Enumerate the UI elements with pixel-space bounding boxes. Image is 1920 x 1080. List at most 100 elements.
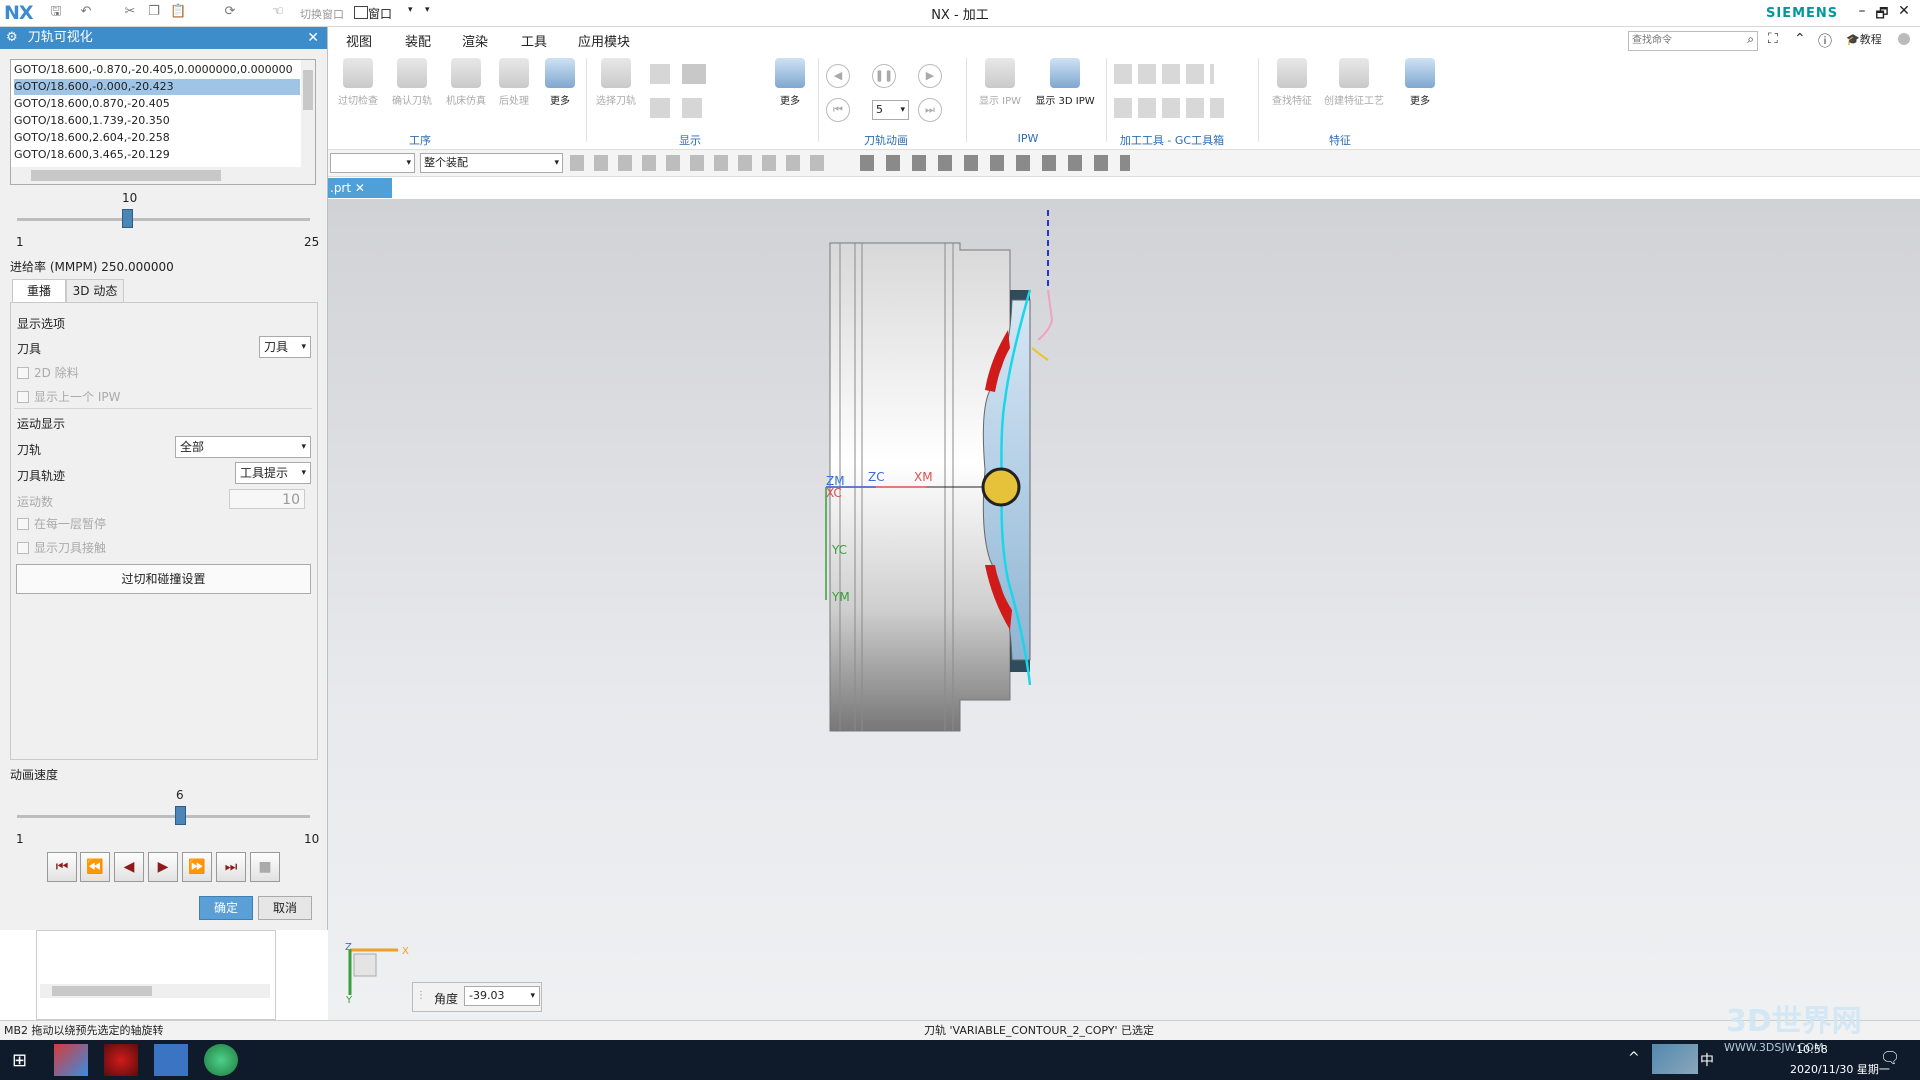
display-small-icon-2[interactable] — [650, 98, 670, 118]
close-button[interactable]: ✕ — [1894, 3, 1914, 21]
show-ipw-button[interactable]: 显示 IPW — [976, 58, 1024, 107]
play-reverse-button[interactable]: ◀ — [114, 852, 144, 882]
notification-icon[interactable]: 🗨 — [1880, 1048, 1900, 1067]
step-backward-button[interactable]: ⏪ — [80, 852, 110, 882]
menu-tools[interactable]: 工具 — [521, 31, 547, 50]
motion-count-field[interactable]: 10 — [229, 489, 305, 509]
view-tools-icons[interactable] — [860, 155, 1130, 171]
ime-indicator[interactable]: 中 — [1700, 1050, 1714, 1070]
angle-field[interactable]: -39.03 ▾ — [464, 986, 540, 1006]
display-small-icon-3[interactable] — [682, 98, 702, 118]
checkbox-pause-layer[interactable] — [17, 518, 29, 530]
window-title: NX - 加工 — [931, 8, 989, 23]
command-search-input[interactable] — [1629, 32, 1735, 49]
create-feature-process-button[interactable]: 创建特征工艺 — [1322, 58, 1386, 107]
gcode-line[interactable]: GOTO/18.600,1.739,-20.350 — [14, 113, 300, 129]
step-forward-icon[interactable]: ⏭ — [918, 98, 942, 122]
toolpath-dropdown[interactable]: 全部 ▾ — [175, 436, 311, 458]
speed-slider-track[interactable] — [17, 815, 310, 818]
find-feature-button[interactable]: 查找特征 — [1268, 58, 1316, 107]
tab-3d-dynamic[interactable]: 3D 动态 — [66, 279, 124, 302]
tutorial-link[interactable]: 🎓教程 — [1846, 31, 1882, 47]
gc-toolbox-icons-row1[interactable] — [1114, 64, 1214, 84]
tray-chevron-icon[interactable]: ^ — [1628, 1050, 1640, 1066]
go-to-end-button[interactable]: ⏭ — [216, 852, 246, 882]
windows-start-icon[interactable]: ⊞ — [12, 1050, 27, 1071]
postprocess-button[interactable]: 后处理 — [490, 58, 538, 107]
gouge-collision-settings-button[interactable]: 过切和碰撞设置 — [16, 564, 311, 594]
tool-dropdown[interactable]: 刀具 ▾ — [259, 336, 311, 358]
select-toolpath-button[interactable]: 选择刀轨 — [592, 58, 640, 107]
gcode-line[interactable]: GOTO/18.600,2.604,-20.258 — [14, 130, 300, 146]
cancel-button[interactable]: 取消 — [258, 896, 312, 920]
search-icon[interactable]: ⌕ — [1747, 32, 1754, 47]
type-filter-combo[interactable]: ▾ — [330, 153, 415, 173]
menu-render[interactable]: 渲染 — [462, 31, 488, 50]
browser-taskbar-icon[interactable] — [204, 1044, 238, 1076]
gcode-line[interactable]: GOTO/18.600,-0.870,-20.405,0.0000000,0.0… — [14, 62, 300, 78]
stop-button[interactable]: ■ — [250, 852, 280, 882]
triad-z-label: Z — [345, 942, 352, 953]
horizontal-scrollbar[interactable] — [11, 167, 315, 184]
drag-handle-icon[interactable]: ⋮ — [416, 990, 426, 1001]
dialog-close-icon[interactable]: ✕ — [307, 27, 319, 49]
menu-assembly[interactable]: 装配 — [405, 31, 431, 50]
rewind-icon[interactable]: ◀ — [826, 64, 850, 88]
checkbox-tool-contact[interactable] — [17, 542, 29, 554]
command-search[interactable]: ⌕ — [1628, 31, 1758, 51]
feature-more-button[interactable]: 更多 — [1396, 58, 1444, 107]
fullscreen-icon[interactable]: ⛶ — [1768, 31, 1778, 47]
display-more-button[interactable]: 更多 — [766, 58, 814, 107]
navigator-scrollbar[interactable] — [40, 984, 270, 998]
gcode-line[interactable]: GOTO/18.600,3.465,-20.129 — [14, 147, 300, 163]
display-filter-icon[interactable] — [682, 64, 706, 84]
speed-slider-thumb[interactable] — [174, 806, 186, 825]
nx-taskbar-icon[interactable] — [54, 1044, 88, 1076]
gouge-check-button[interactable]: 过切检查 — [334, 58, 382, 107]
tool-trace-dropdown-value: 工具提示 — [240, 466, 289, 480]
animation-speed-combo[interactable]: 5 ▾ — [872, 100, 909, 120]
play-icon[interactable]: ▶ — [918, 64, 942, 88]
checkbox-prev-ipw[interactable] — [17, 391, 29, 403]
vertical-scrollbar[interactable] — [301, 60, 315, 167]
gcode-line-selected[interactable]: GOTO/18.600,-0.000,-20.423 — [14, 79, 300, 95]
chevron-up-icon[interactable]: ⌃ — [1794, 31, 1806, 47]
pause-icon[interactable]: ❚❚ — [872, 64, 896, 88]
gc-toolbox-icons-row2[interactable] — [1114, 98, 1224, 118]
checkbox-2d-stock[interactable] — [17, 367, 29, 379]
restore-button[interactable]: 🗗 — [1872, 3, 1892, 22]
minimize-button[interactable]: – — [1852, 3, 1872, 21]
procedure-more-button[interactable]: 更多 — [536, 58, 584, 107]
display-small-icon[interactable] — [650, 64, 670, 84]
step-back-icon[interactable]: ⏮ — [826, 98, 850, 122]
machine-simulation-button[interactable]: 机床仿真 — [442, 58, 490, 107]
gcode-line[interactable]: GOTO/18.600,0.870,-20.405 — [14, 96, 300, 112]
menu-view[interactable]: 视图 — [346, 31, 372, 50]
filter-tools-icons[interactable] — [570, 155, 830, 171]
graduation-icon: 🎓 — [1846, 33, 1860, 46]
gcode-list[interactable]: GOTO/18.600,-0.870,-20.405,0.0000000,0.0… — [10, 59, 316, 185]
position-slider-thumb[interactable] — [121, 209, 133, 228]
close-tab-icon[interactable]: ✕ — [355, 181, 365, 195]
position-slider-track[interactable] — [17, 218, 310, 221]
group-gc-toolbox: 加工工具 - GC工具箱 — [1119, 134, 1225, 147]
menu-applications[interactable]: 应用模块 — [578, 31, 630, 50]
tool-trace-dropdown[interactable]: 工具提示 ▾ — [235, 462, 311, 484]
verify-toolpath-button[interactable]: 确认刀轨 — [388, 58, 436, 107]
show-3d-ipw-button[interactable]: 显示 3D IPW — [1034, 58, 1096, 107]
step-forward-button[interactable]: ⏩ — [182, 852, 212, 882]
calculator-taskbar-icon[interactable] — [154, 1044, 188, 1076]
document-tab[interactable]: .prt ✕ — [328, 178, 392, 198]
ribbon-separator — [966, 58, 967, 142]
feed-rate-label: 进给率 (MMPM) 250.000000 — [10, 260, 174, 274]
ribbon-separator — [586, 58, 587, 142]
tab-replay[interactable]: 重播 — [12, 279, 66, 302]
app-taskbar-icon[interactable] — [104, 1044, 138, 1076]
ok-button[interactable]: 确定 — [199, 896, 253, 920]
part-model[interactable]: ZM XC ZC XM YC YM X Y Z — [328, 199, 1920, 1020]
ribbon-options-icon[interactable] — [1898, 33, 1910, 45]
assembly-scope-combo[interactable]: 整个装配 ▾ — [420, 153, 563, 173]
help-icon[interactable]: ⓘ — [1818, 31, 1832, 51]
play-button[interactable]: ▶ — [148, 852, 178, 882]
go-to-start-button[interactable]: ⏮ — [47, 852, 77, 882]
